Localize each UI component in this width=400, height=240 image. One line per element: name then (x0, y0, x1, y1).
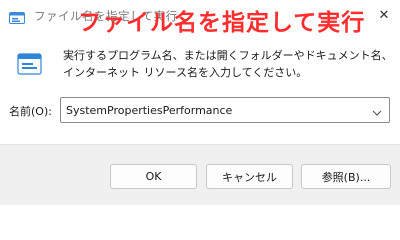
close-icon: ✕ (378, 7, 390, 23)
ok-button[interactable]: OK (110, 164, 197, 189)
chevron-down-icon (372, 101, 382, 120)
open-combobox[interactable] (60, 97, 390, 123)
close-button[interactable]: ✕ (372, 5, 396, 25)
open-input[interactable] (62, 99, 366, 121)
cancel-button[interactable]: キャンセル (206, 164, 293, 189)
run-dialog: ファイル名を指定して実行 ファイル名を指定して実行 ✕ 実行するプログラム名、ま… (0, 0, 400, 205)
overlay-caption: ファイル名を指定して実行 (78, 10, 366, 36)
button-bar: OK キャンセル 参照(B)... (0, 144, 400, 205)
open-label: 名前(O): (9, 105, 52, 118)
run-icon (17, 53, 42, 77)
browse-button[interactable]: 参照(B)... (301, 164, 391, 189)
run-dialog-icon (9, 9, 25, 24)
instruction-text: 実行するプログラム名、または開くフォルダーやドキュメント名、インターネット リソ… (63, 49, 393, 79)
title-bar[interactable]: ファイル名を指定して実行 ファイル名を指定して実行 ✕ (0, 0, 400, 36)
dropdown-button[interactable] (366, 99, 388, 121)
